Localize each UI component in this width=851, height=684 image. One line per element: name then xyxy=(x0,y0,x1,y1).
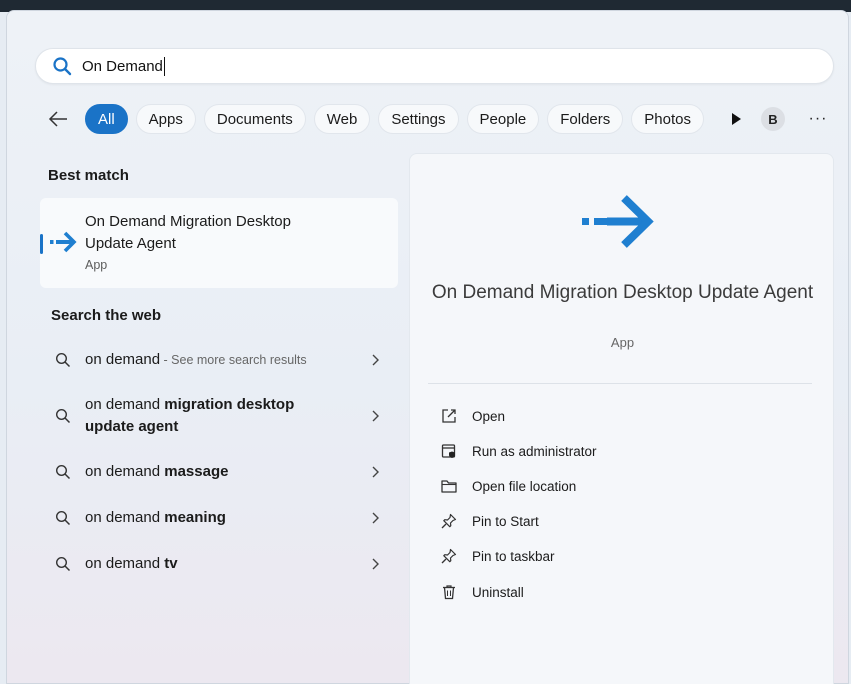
web-result-item[interactable]: on demand massage xyxy=(55,461,385,483)
open-external-icon xyxy=(442,409,456,423)
action-run-as-administrator[interactable]: Run as administrator xyxy=(440,439,597,463)
app-arrow-icon xyxy=(50,231,77,253)
action-label: Open file location xyxy=(472,478,577,494)
action-open-file-location[interactable]: Open file location xyxy=(440,474,576,498)
filter-chip-web[interactable]: Web xyxy=(313,104,371,134)
shield-admin-icon xyxy=(441,444,456,458)
filter-chip-documents[interactable]: Documents xyxy=(203,104,306,134)
action-pin-to-taskbar[interactable]: Pin to taskbar xyxy=(440,544,555,568)
divider xyxy=(428,383,812,384)
search-box[interactable]: On Demand xyxy=(35,48,834,84)
action-label: Run as administrator xyxy=(472,443,597,459)
web-result-suggestion: meaning xyxy=(164,509,226,526)
action-label: Uninstall xyxy=(472,584,524,600)
action-label: Pin to taskbar xyxy=(472,548,555,564)
web-result-item[interactable]: on demand tv xyxy=(55,553,385,575)
best-match-type: App xyxy=(85,258,108,272)
search-icon xyxy=(53,57,72,76)
detail-pane: On Demand Migration Desktop Update Agent… xyxy=(409,153,834,684)
pin-icon xyxy=(441,548,457,564)
search-icon xyxy=(55,352,71,368)
avatar[interactable]: B xyxy=(761,107,785,131)
action-label: Pin to Start xyxy=(472,513,539,529)
action-open[interactable]: Open xyxy=(440,404,505,428)
more-options-icon[interactable]: ··· xyxy=(805,107,831,131)
web-result-suggestion: tv xyxy=(164,555,178,572)
chevron-right-icon xyxy=(372,558,379,570)
chevron-right-icon xyxy=(372,354,379,366)
web-result-query: on demand xyxy=(85,351,161,368)
search-icon xyxy=(55,408,71,424)
search-icon xyxy=(55,556,71,572)
more-filters-play-icon[interactable] xyxy=(722,104,750,134)
action-label: Open xyxy=(472,408,506,424)
web-result-suggestion: massage xyxy=(164,463,229,480)
filter-chip-all[interactable]: All xyxy=(85,104,128,134)
trash-icon xyxy=(443,585,455,600)
web-result-query: on demand xyxy=(85,555,165,572)
web-result-item[interactable]: on demand migration desktop update agent xyxy=(55,394,385,438)
best-match-result[interactable]: On Demand Migration Desktop Update Agent… xyxy=(40,198,398,288)
web-result-query: on demand xyxy=(85,396,165,413)
search-web-heading: Search the web xyxy=(51,307,162,324)
filter-chip-people[interactable]: People xyxy=(466,104,540,134)
chevron-right-icon xyxy=(372,410,379,422)
web-result-query: on demand xyxy=(85,463,165,480)
best-match-title: On Demand Migration Desktop Update Agent xyxy=(85,213,291,252)
text-caret xyxy=(163,56,165,76)
back-arrow-icon[interactable] xyxy=(45,106,71,132)
filter-chip-folders[interactable]: Folders xyxy=(547,104,624,134)
search-icon xyxy=(55,510,71,526)
app-arrow-icon xyxy=(582,195,654,248)
web-result-item[interactable]: on demand - See more search results xyxy=(55,349,385,371)
chevron-right-icon xyxy=(372,466,379,478)
filter-bar: All Apps Documents Web Settings People F… xyxy=(45,103,826,135)
web-result-hint: - See more search results xyxy=(160,353,307,367)
action-pin-to-start[interactable]: Pin to Start xyxy=(440,509,539,533)
filter-chip-apps[interactable]: Apps xyxy=(135,104,196,134)
detail-type: App xyxy=(610,335,635,350)
pin-icon xyxy=(441,513,457,529)
search-input[interactable]: On Demand xyxy=(82,58,163,75)
best-match-heading: Best match xyxy=(48,167,129,184)
action-uninstall[interactable]: Uninstall xyxy=(440,580,524,604)
start-search-window: On Demand All Apps Documents Web Setting… xyxy=(6,10,849,684)
web-result-query: on demand xyxy=(85,509,165,526)
detail-title: On Demand Migration Desktop Update Agent xyxy=(431,282,814,303)
selection-indicator xyxy=(40,234,43,254)
chevron-right-icon xyxy=(372,512,379,524)
search-icon xyxy=(55,464,71,480)
folder-icon xyxy=(441,480,457,493)
web-result-item[interactable]: on demand meaning xyxy=(55,507,385,529)
filter-chip-photos[interactable]: Photos xyxy=(631,104,704,134)
filter-chip-settings[interactable]: Settings xyxy=(378,104,459,134)
